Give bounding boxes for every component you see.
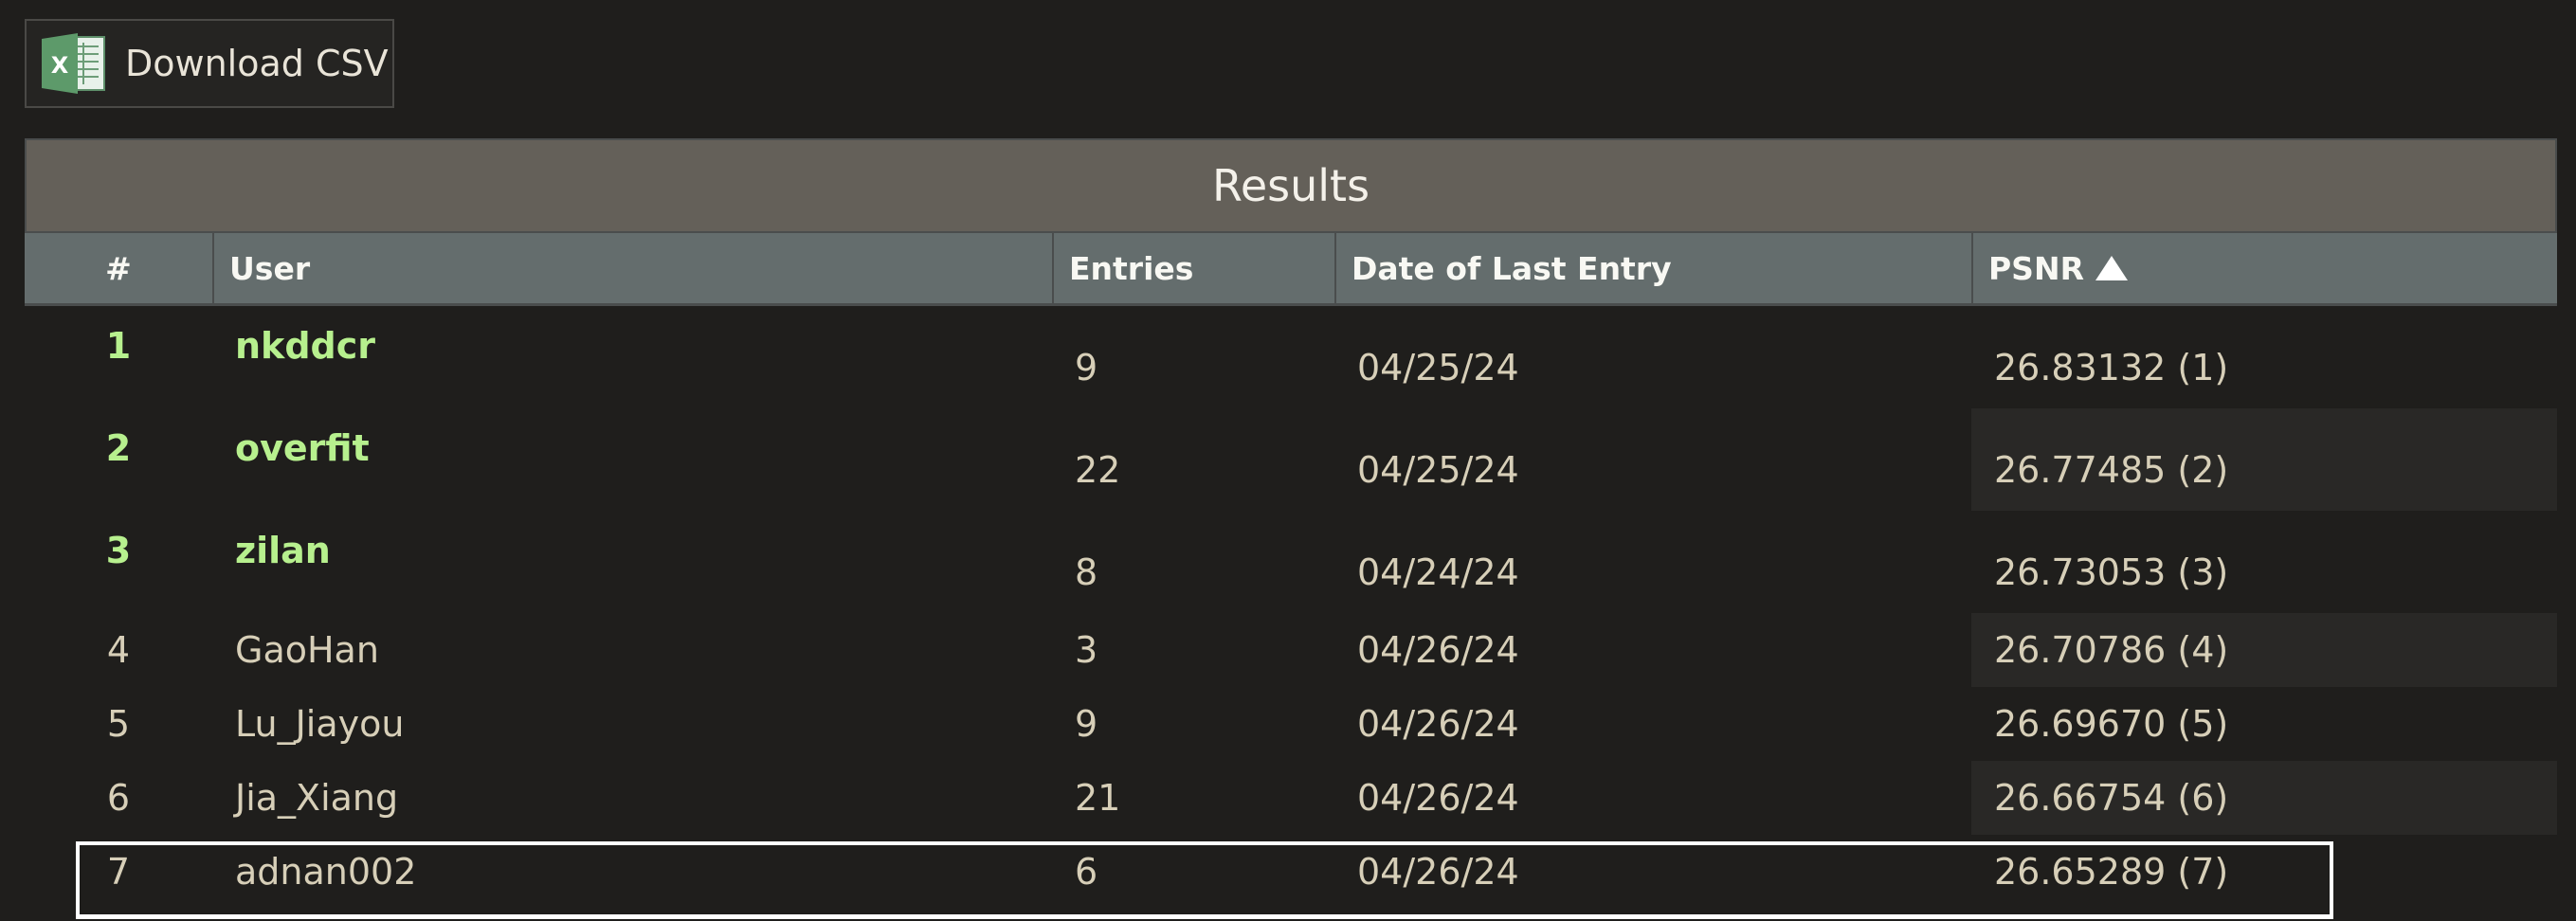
results-title: Results	[25, 138, 2557, 233]
psnr-cell: 26.83132 (1)	[1994, 347, 2229, 388]
column-header-user[interactable]: User	[212, 233, 1052, 303]
column-header-date[interactable]: Date of Last Entry	[1334, 233, 1971, 303]
date-cell: 04/26/24	[1357, 777, 1519, 819]
rank-cell: 3	[105, 530, 132, 571]
download-csv-label: Download CSV	[125, 43, 389, 84]
column-header-date-label: Date of Last Entry	[1351, 249, 1672, 287]
svg-text:X: X	[51, 52, 69, 79]
user-link[interactable]: Jia_Xiang	[212, 761, 1052, 835]
rank-cell: 6	[106, 777, 131, 819]
table-header: # User Entries Date of Last Entry PSNR	[25, 233, 2557, 306]
psnr-cell: 26.66754 (6)	[1971, 761, 2557, 835]
psnr-cell: 26.73053 (3)	[1994, 551, 2229, 593]
rank-cell: 1	[105, 325, 132, 367]
highlighted-row-outline	[76, 841, 2333, 919]
column-header-entries-label: Entries	[1069, 249, 1194, 287]
rank-cell: 4	[106, 629, 131, 671]
table-row: 1 nkddcr 9 04/25/24 26.83132 (1)	[25, 306, 2557, 408]
results-table: Results # User Entries Date of Last Entr…	[25, 138, 2557, 909]
entries-cell: 9	[1075, 347, 1098, 388]
date-cell: 04/25/24	[1357, 449, 1519, 491]
user-link[interactable]: zilan	[212, 511, 1052, 613]
date-cell: 04/26/24	[1357, 629, 1519, 671]
sort-ascending-icon[interactable]	[2095, 256, 2128, 280]
table-row: 2 overfit 22 04/25/24 26.77485 (2)	[25, 408, 2557, 511]
entries-cell: 8	[1075, 551, 1098, 593]
psnr-cell: 26.69670 (5)	[1994, 703, 2229, 745]
table-row: 5 Lu_Jiayou 9 04/26/24 26.69670 (5)	[25, 687, 2557, 761]
date-cell: 04/26/24	[1357, 703, 1519, 745]
table-row: 4 GaoHan 3 04/26/24 26.70786 (4)	[25, 613, 2557, 687]
user-link[interactable]: nkddcr	[212, 306, 1052, 408]
excel-icon: X	[40, 31, 108, 96]
date-cell: 04/25/24	[1357, 347, 1519, 388]
entries-cell: 9	[1075, 703, 1098, 745]
psnr-cell: 26.70786 (4)	[1971, 613, 2557, 687]
entries-cell: 21	[1075, 777, 1121, 819]
psnr-cell: 26.77485 (2)	[1971, 408, 2557, 511]
download-csv-button[interactable]: X Download CSV	[25, 19, 394, 108]
user-link[interactable]: overfit	[212, 408, 1052, 511]
date-cell: 04/24/24	[1357, 551, 1519, 593]
table-row: 6 Jia_Xiang 21 04/26/24 26.66754 (6)	[25, 761, 2557, 835]
rank-cell: 2	[105, 427, 132, 469]
user-link[interactable]: GaoHan	[212, 613, 1052, 687]
column-header-user-label: User	[229, 249, 311, 287]
column-header-entries[interactable]: Entries	[1052, 233, 1334, 303]
entries-cell: 3	[1075, 629, 1098, 671]
column-header-rank[interactable]: #	[25, 233, 212, 303]
column-header-psnr-label: PSNR	[1988, 249, 2084, 287]
rank-cell: 5	[106, 703, 131, 745]
table-row: 3 zilan 8 04/24/24 26.73053 (3)	[25, 511, 2557, 613]
column-header-rank-label: #	[105, 249, 132, 287]
column-header-psnr[interactable]: PSNR	[1971, 233, 2557, 303]
entries-cell: 22	[1075, 449, 1121, 491]
page: X Download CSV Results # User Entries Da…	[0, 0, 2576, 921]
user-link[interactable]: Lu_Jiayou	[212, 687, 1052, 761]
